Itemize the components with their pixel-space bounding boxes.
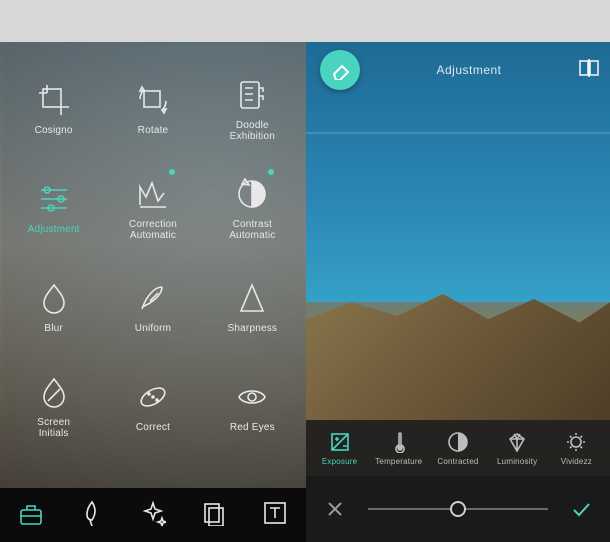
- exposure-icon: [329, 431, 351, 453]
- tools-panel: Cosigno Rotate Doodle Exhibition Adjustm…: [0, 42, 306, 542]
- auto-contrast-tool[interactable]: Contrast Automatic: [203, 159, 302, 258]
- correct-tool[interactable]: Correct: [103, 357, 202, 456]
- tab-brush[interactable]: [79, 500, 105, 531]
- drop-icon: [37, 375, 71, 409]
- tool-label: Doodle Exhibition: [230, 120, 275, 142]
- rotate-icon: [136, 83, 170, 117]
- adjust-label: Exposure: [322, 457, 357, 466]
- cancel-button[interactable]: [320, 499, 350, 519]
- preview-panel: Adjustment Exposure Temperature Contract…: [306, 42, 610, 542]
- crop-tool[interactable]: Cosigno: [4, 60, 103, 159]
- brush-icon: [79, 500, 105, 526]
- thermometer-icon: [388, 431, 410, 453]
- new-dot-icon: [169, 169, 175, 175]
- tool-label: Red Eyes: [230, 422, 275, 433]
- auto-contrast-icon: [235, 177, 269, 211]
- check-icon: [571, 499, 591, 519]
- tab-effects[interactable]: [140, 500, 166, 531]
- tool-label: Cosigno: [35, 125, 73, 136]
- toolbox-icon: [18, 500, 44, 526]
- adjust-luminosity[interactable]: Luminosity: [492, 431, 542, 466]
- tool-label: Sharpness: [228, 323, 278, 334]
- contrast-icon: [447, 431, 469, 453]
- sliders-icon: [37, 182, 71, 216]
- redeye-tool[interactable]: Red Eyes: [203, 357, 302, 456]
- content-area: Cosigno Rotate Doodle Exhibition Adjustm…: [0, 42, 610, 542]
- doodle-tool[interactable]: Doodle Exhibition: [203, 60, 302, 159]
- feather-icon: [136, 281, 170, 315]
- adjust-contrast[interactable]: Contracted: [433, 431, 483, 466]
- adjust-exposure[interactable]: Exposure: [315, 431, 365, 466]
- patch-icon: [136, 380, 170, 414]
- blur-tool[interactable]: Blur: [4, 258, 103, 357]
- sharpness-tool[interactable]: Sharpness: [203, 258, 302, 357]
- screen-tool[interactable]: Screen Initials: [4, 357, 103, 456]
- compare-icon: [578, 57, 600, 79]
- adjust-label: Contracted: [437, 457, 478, 466]
- tool-label: Contrast Automatic: [229, 219, 275, 241]
- eye-icon: [235, 380, 269, 414]
- auto-correct-tool[interactable]: Correction Automatic: [103, 159, 202, 258]
- sun-icon: [565, 431, 587, 453]
- adjust-vividness[interactable]: Vividezz: [551, 431, 601, 466]
- tool-label: Correction Automatic: [129, 219, 177, 241]
- value-slider[interactable]: [368, 499, 548, 519]
- tool-label: Uniform: [135, 323, 171, 334]
- adjust-temperature[interactable]: Temperature: [374, 431, 424, 466]
- adjust-label: Temperature: [375, 457, 422, 466]
- text-icon: [262, 500, 288, 526]
- tool-label: Rotate: [138, 125, 169, 136]
- page-title: Adjustment: [360, 63, 578, 77]
- auto-correct-icon: [136, 177, 170, 211]
- adjustment-tabs: Exposure Temperature Contracted Luminosi…: [306, 420, 610, 476]
- doodle-icon: [235, 78, 269, 112]
- compare-button[interactable]: [578, 57, 600, 84]
- tool-grid: Cosigno Rotate Doodle Exhibition Adjustm…: [0, 42, 306, 466]
- close-icon: [325, 499, 345, 519]
- diamond-icon: [506, 431, 528, 453]
- tab-toolbox[interactable]: [18, 500, 44, 531]
- tool-label: Screen Initials: [37, 417, 70, 439]
- adjust-label: Luminosity: [497, 457, 537, 466]
- tool-label: Adjustment: [28, 224, 80, 235]
- undo-button[interactable]: [320, 50, 360, 90]
- status-bar: [0, 0, 610, 42]
- crop-icon: [37, 83, 71, 117]
- tab-text[interactable]: [262, 500, 288, 531]
- blur-icon: [37, 281, 71, 315]
- slider-thumb[interactable]: [450, 501, 466, 517]
- app-root: Cosigno Rotate Doodle Exhibition Adjustm…: [0, 0, 610, 542]
- confirm-button[interactable]: [566, 499, 596, 519]
- eraser-icon: [330, 60, 350, 80]
- sparkle-icon: [140, 500, 166, 526]
- tab-layers[interactable]: [201, 500, 227, 531]
- preview-header: Adjustment: [306, 50, 610, 90]
- new-dot-icon: [268, 169, 274, 175]
- adjust-label: Vividezz: [561, 457, 592, 466]
- sharpen-icon: [235, 281, 269, 315]
- rotate-tool[interactable]: Rotate: [103, 60, 202, 159]
- layers-icon: [201, 500, 227, 526]
- adjustment-tool[interactable]: Adjustment: [4, 159, 103, 258]
- bottom-tab-bar: [0, 488, 306, 542]
- tool-label: Blur: [44, 323, 63, 334]
- tool-label: Correct: [136, 422, 170, 433]
- preview-image: [306, 132, 610, 134]
- uniform-tool[interactable]: Uniform: [103, 258, 202, 357]
- slider-row: [306, 476, 610, 542]
